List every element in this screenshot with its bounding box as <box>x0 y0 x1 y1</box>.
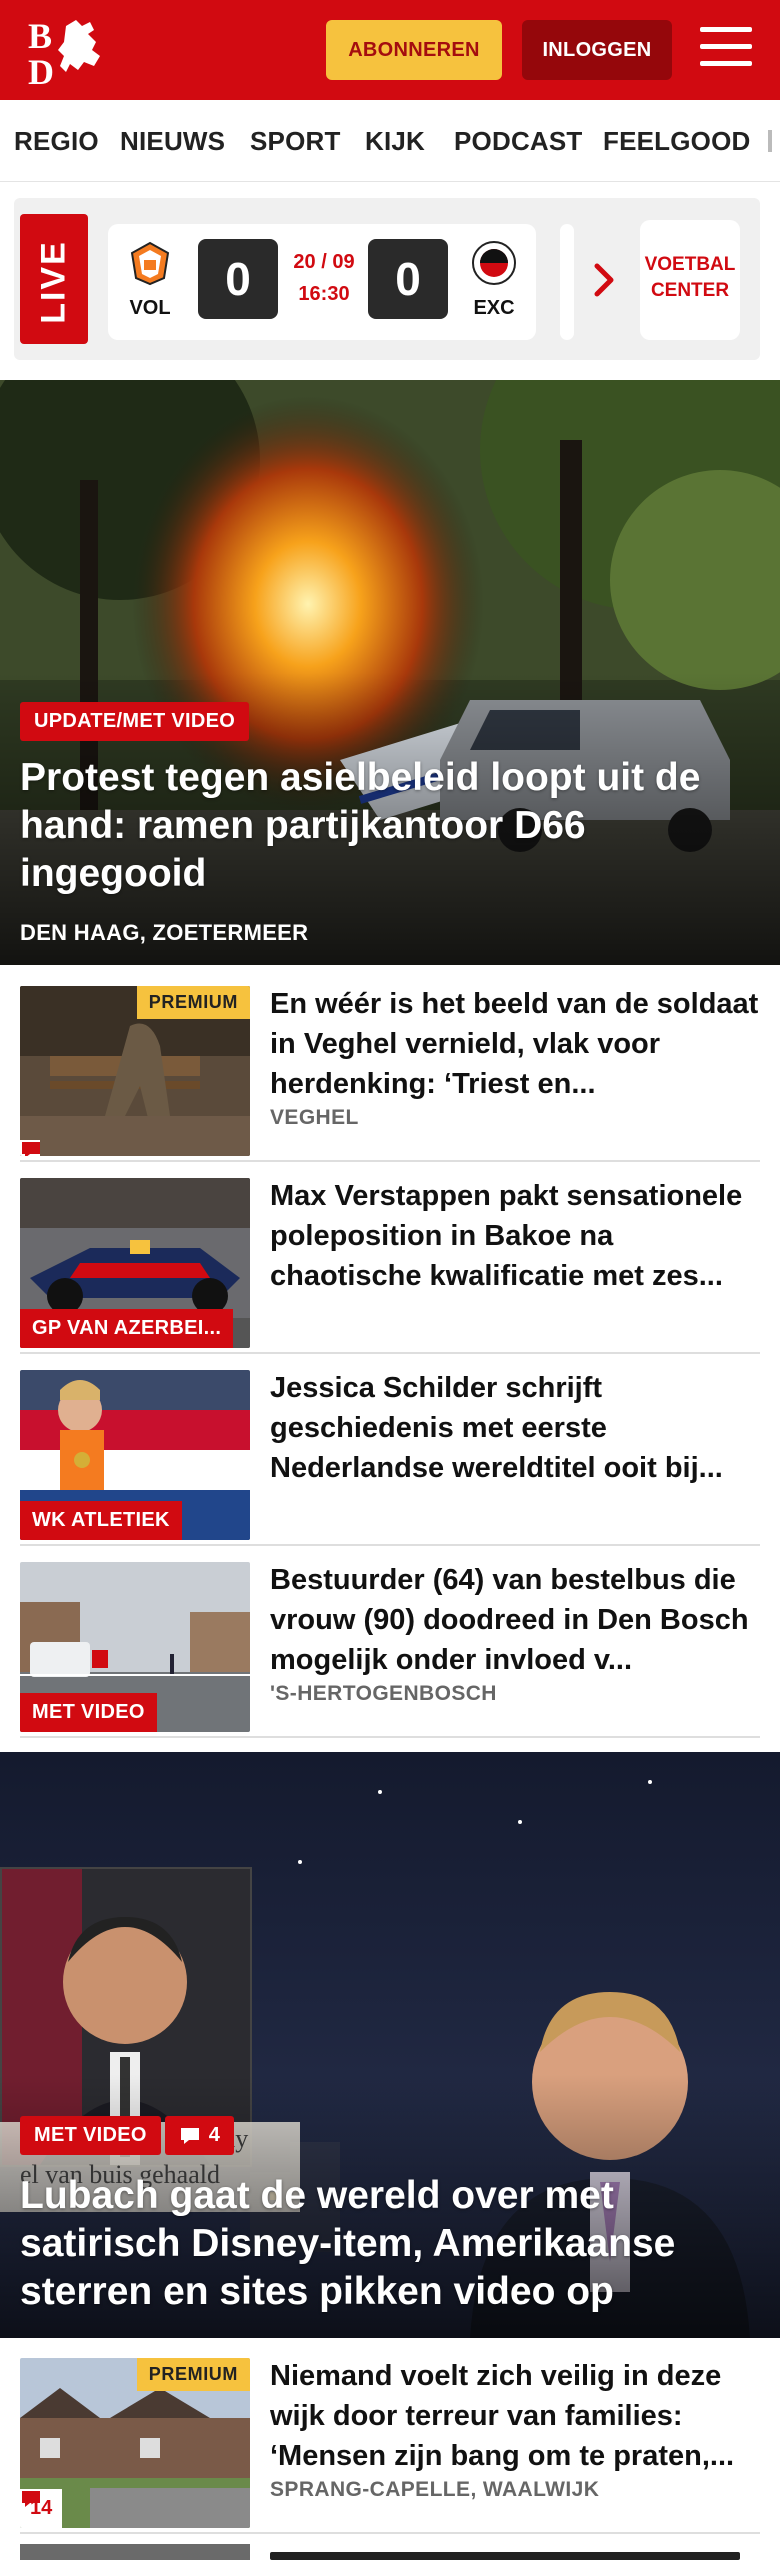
live-tag: LIVE <box>20 214 88 344</box>
article-thumbnail: GP VAN AZERBEI... <box>20 1178 250 1348</box>
comment-badge: 14 <box>20 2489 63 2528</box>
svg-text:D: D <box>28 52 54 86</box>
article-label: WK ATLETIEK <box>20 1501 182 1540</box>
article-label: MET VIDEO <box>20 1693 157 1732</box>
hero2-badges: MET VIDEO 4 <box>20 2116 235 2155</box>
hero-title[interactable]: Protest tegen asielbeleid loopt uit de h… <box>20 754 760 898</box>
match-time: 16:30 <box>298 283 350 305</box>
list-item[interactable]: MET VIDEO Bestuurder (64) van bestelbus … <box>20 1546 760 1738</box>
article-title[interactable]: Max Verstappen pakt sensatione­le polepo… <box>270 1176 760 1296</box>
hero-article-video[interactable]: my el van buis gehaald MET VIDEO 4 Lubac… <box>0 1752 780 2338</box>
comment-icon <box>180 2127 199 2144</box>
match-separator <box>560 224 574 340</box>
bd-logo[interactable]: B D <box>26 14 116 86</box>
hero-label: UPDATE/MET VIDEO <box>20 702 250 741</box>
article-title[interactable]: Jessica Schilder schrijft geschiedenis m… <box>270 1368 760 1488</box>
article-thumbnail: WK ATLETIEK <box>20 1370 250 1540</box>
home-team-abbr: VOL <box>129 297 171 319</box>
nav-overflow-indicator <box>768 130 772 152</box>
match-card[interactable]: VOL 0 20 / 09 16:30 0 EXC <box>108 224 536 340</box>
article-title[interactable]: Niemand voelt zich veilig in deze wijk d… <box>270 2356 760 2476</box>
article-location: 'S-HERTOGENBOSCH <box>270 1682 497 1705</box>
article-title[interactable]: Bestuurder (64) van bestelbus die vrouw … <box>270 1560 760 1680</box>
comment-icon <box>22 2491 40 2507</box>
nav-item-podcast[interactable]: PODCAST <box>454 126 583 157</box>
nav-item-nieuws[interactable]: NIEUWS <box>120 126 225 157</box>
match-datetime: 20 / 09 16:30 <box>284 246 364 310</box>
chevron-right-icon[interactable] <box>592 260 618 300</box>
list-item[interactable]: GP VAN AZERBEI... Max Verstappen pakt se… <box>20 1162 760 1354</box>
match-date: 20 / 09 <box>293 251 355 273</box>
login-button[interactable]: INLOGGEN <box>522 20 672 80</box>
article-title[interactable]: En wéér is het beeld van de soldaat in V… <box>270 984 760 1104</box>
comment-badge <box>20 1140 40 1156</box>
home-score: 0 <box>198 239 278 319</box>
voetbal-center-link[interactable]: VOETBAL CENTER <box>640 220 740 340</box>
hero2-label: MET VIDEO <box>20 2116 161 2155</box>
list-item[interactable]: WK ATLETIEK Jessica Schilder schrijft ge… <box>20 1354 760 1546</box>
premium-badge: PREMIUM <box>136 2358 250 2391</box>
nav-item-sport[interactable]: SPORT <box>250 126 341 157</box>
article-location: SPRANG-CAPELLE, WAALWIJK <box>270 2478 600 2501</box>
next-article-thumbnail <box>20 2544 250 2560</box>
away-team-abbr: EXC <box>473 297 515 319</box>
list-item[interactable]: PREMIUM 14 Niemand voelt zich veilig in … <box>20 2342 760 2534</box>
away-team: EXC <box>464 240 524 320</box>
next-article-title-partial <box>270 2552 740 2560</box>
svg-text:B: B <box>28 16 52 56</box>
premium-badge: PREMIUM <box>136 986 250 1019</box>
nav-item-regio[interactable]: REGIO <box>14 126 99 157</box>
article-label: GP VAN AZERBEI... <box>20 1309 234 1348</box>
hamburger-icon[interactable] <box>700 27 752 71</box>
article-location: VEGHEL <box>270 1106 359 1129</box>
hero-article[interactable]: UPDATE/MET VIDEO Protest tegen asielbele… <box>0 380 780 965</box>
comment-icon <box>22 1142 40 1156</box>
nav-item-feelgood[interactable]: FEELGOOD <box>603 126 751 157</box>
hero2-comment-count: 4 <box>164 2116 235 2155</box>
article-thumbnail: PREMIUM <box>20 986 250 1156</box>
volendam-crest-icon <box>130 241 170 286</box>
list-item[interactable]: PREMIUM En wéér is het beeld van de sold… <box>20 970 760 1162</box>
article-thumbnail: MET VIDEO <box>20 1562 250 1732</box>
section-nav: REGIO NIEUWS SPORT KIJK PODCAST FEELGOOD <box>0 100 780 182</box>
hero-location: DEN HAAG, ZOETERMEER <box>20 920 309 945</box>
away-score: 0 <box>368 239 448 319</box>
hero2-title[interactable]: Lubach gaat de wereld over met satirisch… <box>20 2172 760 2316</box>
excelsior-crest-icon <box>472 241 516 285</box>
home-team: VOL <box>120 240 180 320</box>
subscribe-button[interactable]: ABONNEREN <box>326 20 502 80</box>
article-thumbnail: PREMIUM 14 <box>20 2358 250 2528</box>
top-header: B D ABONNEREN INLOGGEN <box>0 0 780 100</box>
nav-item-kijk[interactable]: KIJK <box>365 126 425 157</box>
